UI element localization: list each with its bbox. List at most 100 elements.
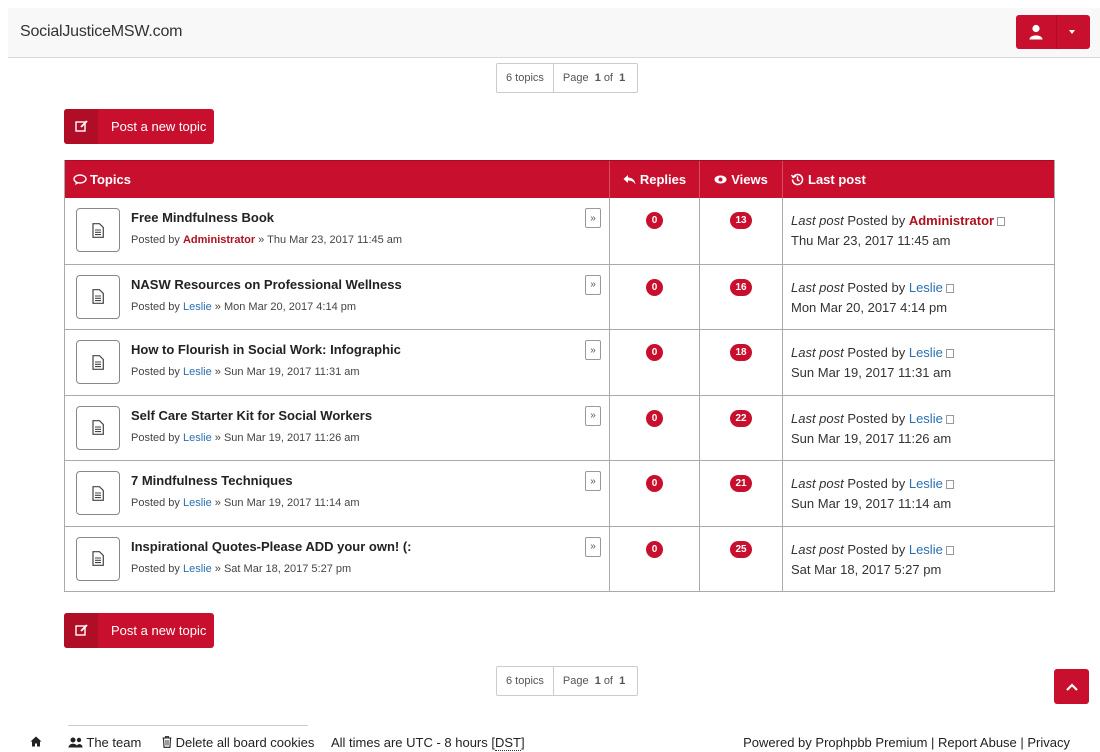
last-post-cell: Last post Posted by Administrator Thu Ma…: [782, 198, 1054, 264]
replies-badge: 0: [646, 409, 663, 427]
views-cell: 21: [699, 461, 782, 526]
users-icon: [68, 737, 83, 748]
delete-cookies-link[interactable]: Delete all board cookies: [162, 735, 314, 750]
topic-title-link[interactable]: 7 Mindfulness Techniques: [131, 473, 293, 488]
topic-meta: Posted by Leslie » Sun Mar 19, 2017 11:2…: [131, 431, 360, 444]
last-post-date: Sun Mar 19, 2017 11:26 am: [791, 430, 952, 446]
views-cell: 25: [699, 526, 782, 591]
replies-cell: 0: [609, 264, 699, 329]
last-post-author-link[interactable]: Leslie: [909, 476, 943, 491]
view-latest-post-icon[interactable]: [997, 217, 1006, 227]
views-badge: 21: [730, 475, 752, 492]
reply-icon: [623, 175, 636, 185]
page-indicator: Page 1 of 1: [562, 675, 626, 687]
topic-cell: How to Flourish in Social Work: Infograp…: [65, 330, 609, 395]
last-post-date: Sat Mar 18, 2017 5:27 pm: [791, 561, 942, 577]
replies-cell: 0: [609, 461, 699, 526]
topic-author-link[interactable]: Leslie: [183, 366, 212, 378]
topic-title-link[interactable]: Inspirational Quotes-Please ADD your own…: [131, 539, 412, 554]
post-new-topic-button[interactable]: Post a new topic: [64, 109, 214, 144]
topic-document-icon: [76, 471, 120, 515]
replies-cell: 0: [609, 526, 699, 591]
replies-badge: 0: [646, 344, 663, 361]
post-new-topic-button-bottom[interactable]: Post a new topic: [64, 613, 214, 648]
topic-author-link[interactable]: Administrator: [183, 234, 255, 246]
go-to-last-post-button[interactable]: »: [585, 340, 601, 360]
topic-cell: NASW Resources on Professional Wellness …: [65, 265, 609, 330]
topic-row: NASW Resources on Professional Wellness …: [65, 263, 1054, 330]
powered-by-links[interactable]: Powered by Prophpbb Premium | Report Abu…: [743, 735, 1070, 750]
chevron-down-icon: [1069, 30, 1075, 34]
replies-badge: 0: [646, 212, 663, 229]
topic-cell: Inspirational Quotes-Please ADD your own…: [65, 527, 609, 592]
user-icon: [1029, 24, 1043, 40]
last-post-date: Sun Mar 19, 2017 11:14 am: [791, 496, 952, 511]
last-post-author-link[interactable]: Leslie: [909, 345, 943, 360]
topic-row: Self Care Starter Kit for Social Workers…: [65, 394, 1054, 461]
last-post-author-link[interactable]: Leslie: [909, 280, 943, 295]
topic-title-link[interactable]: Free Mindfulness Book: [131, 210, 274, 225]
topic-author-link[interactable]: Leslie: [183, 432, 212, 444]
topic-title-link[interactable]: NASW Resources on Professional Wellness: [131, 277, 402, 292]
header-views: Views: [699, 161, 782, 198]
views-cell: 13: [699, 198, 782, 264]
views-badge: 16: [730, 278, 752, 296]
pagination-top: 6 topics Page 1 of 1: [496, 63, 639, 93]
last-post-date: Mon Mar 20, 2017 4:14 pm: [791, 299, 948, 315]
topic-author-link[interactable]: Leslie: [183, 301, 212, 313]
team-link[interactable]: The team: [68, 735, 141, 750]
views-badge: 13: [730, 212, 752, 229]
site-brand[interactable]: SocialJusticeMSW.com: [20, 23, 182, 41]
replies-cell: 0: [609, 330, 699, 395]
last-post-date: Thu Mar 23, 2017 11:45 am: [791, 233, 951, 248]
replies-badge: 0: [646, 540, 663, 558]
user-menu-button[interactable]: [1016, 15, 1090, 49]
go-to-last-post-button[interactable]: »: [585, 471, 601, 491]
go-to-last-post-button[interactable]: »: [585, 274, 601, 295]
topic-meta: Posted by Leslie » Sun Mar 19, 2017 11:3…: [131, 366, 360, 378]
view-latest-post-icon[interactable]: [945, 283, 954, 293]
last-post-cell: Last post Posted by Leslie Mon Mar 20, 2…: [782, 264, 1054, 329]
header-topics: Topics: [65, 161, 609, 198]
topic-author-link[interactable]: Leslie: [183, 497, 212, 509]
post-new-topic-label: Post a new topic: [111, 623, 207, 638]
last-post-author-link[interactable]: Leslie: [909, 411, 943, 426]
topics-count: 6 topics: [497, 64, 554, 92]
views-badge: 18: [730, 344, 752, 361]
view-latest-post-icon[interactable]: [945, 480, 954, 490]
post-new-topic-label: Post a new topic: [111, 119, 207, 134]
topic-row: Free Mindfulness Book Posted by Administ…: [65, 198, 1054, 264]
trash-icon: [162, 736, 172, 748]
topic-meta: Posted by Leslie » Sat Mar 18, 2017 5:27…: [131, 562, 352, 575]
last-post-cell: Last post Posted by Leslie Sun Mar 19, 2…: [782, 330, 1054, 395]
last-post-author-link[interactable]: Leslie: [909, 542, 943, 557]
topics-table-header: Topics Replies Views Last post: [65, 160, 1054, 198]
comments-icon: [73, 173, 87, 185]
replies-cell: 0: [609, 198, 699, 264]
view-latest-post-icon[interactable]: [945, 414, 954, 424]
view-latest-post-icon[interactable]: [945, 349, 954, 359]
last-post-author-link[interactable]: Administrator: [909, 213, 994, 228]
topic-row: How to Flourish in Social Work: Infograp…: [65, 329, 1054, 395]
replies-cell: 0: [609, 395, 699, 460]
topic-row: 7 Mindfulness Techniques Posted by Lesli…: [65, 460, 1054, 526]
go-to-last-post-button[interactable]: »: [585, 536, 601, 557]
topic-meta: Posted by Administrator » Thu Mar 23, 20…: [131, 234, 403, 246]
go-to-last-post-button[interactable]: »: [585, 405, 601, 426]
topic-meta: Posted by Leslie » Sun Mar 19, 2017 11:1…: [131, 497, 360, 509]
topic-cell: Free Mindfulness Book Posted by Administ…: [65, 198, 609, 264]
topic-cell: Self Care Starter Kit for Social Workers…: [65, 396, 609, 461]
views-cell: 16: [699, 264, 782, 329]
last-post-cell: Last post Posted by Leslie Sun Mar 19, 2…: [782, 395, 1054, 460]
topic-row: Inspirational Quotes-Please ADD your own…: [65, 525, 1054, 592]
go-to-last-post-button[interactable]: »: [585, 208, 601, 228]
page-indicator: Page 1 of 1: [562, 72, 626, 84]
home-icon[interactable]: [30, 735, 42, 750]
topic-author-link[interactable]: Leslie: [183, 563, 212, 575]
topic-title-link[interactable]: Self Care Starter Kit for Social Workers: [131, 408, 372, 423]
topic-title-link[interactable]: How to Flourish in Social Work: Infograp…: [131, 342, 401, 357]
back-to-top-button[interactable]: [1054, 669, 1089, 704]
topic-meta: Posted by Leslie » Mon Mar 20, 2017 4:14…: [131, 300, 357, 313]
topic-document-icon: [76, 208, 120, 252]
view-latest-post-icon[interactable]: [945, 545, 954, 555]
